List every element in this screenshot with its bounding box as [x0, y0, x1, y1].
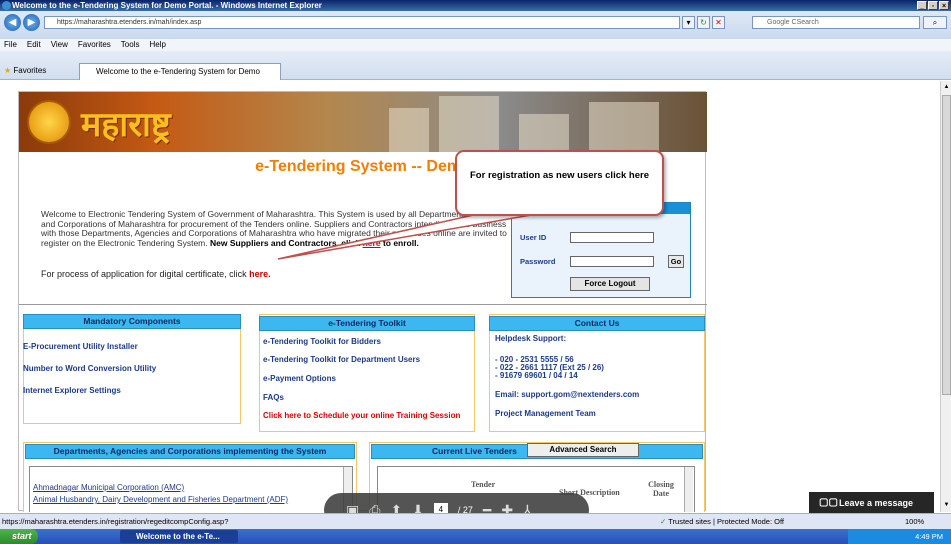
leave-message-label: Leave a message [839, 498, 914, 508]
start-button[interactable]: start [0, 529, 38, 544]
callout-pointer [277, 199, 563, 260]
trusted-check-icon: ✓ [660, 517, 667, 526]
security-zone-label: Trusted sites | Protected Mode: Off [668, 517, 784, 526]
taskbar-ie-item[interactable]: Welcome to the e-Te... [120, 530, 238, 543]
clock: 4:49 PM [915, 532, 943, 541]
security-zone: ✓ Trusted sites | Protected Mode: Off [660, 514, 784, 529]
leave-message-button[interactable]: ▢▢ Leave a message [809, 492, 934, 514]
status-url: https://maharashtra.etenders.in/registra… [2, 517, 229, 526]
registration-callout: For registration as new users click here [455, 150, 664, 216]
system-tray: 4:49 PM [848, 529, 951, 544]
status-bar: https://maharashtra.etenders.in/registra… [0, 513, 951, 529]
zoom-level[interactable]: 100% [905, 514, 924, 529]
chat-icon: ▢▢ [819, 497, 838, 508]
